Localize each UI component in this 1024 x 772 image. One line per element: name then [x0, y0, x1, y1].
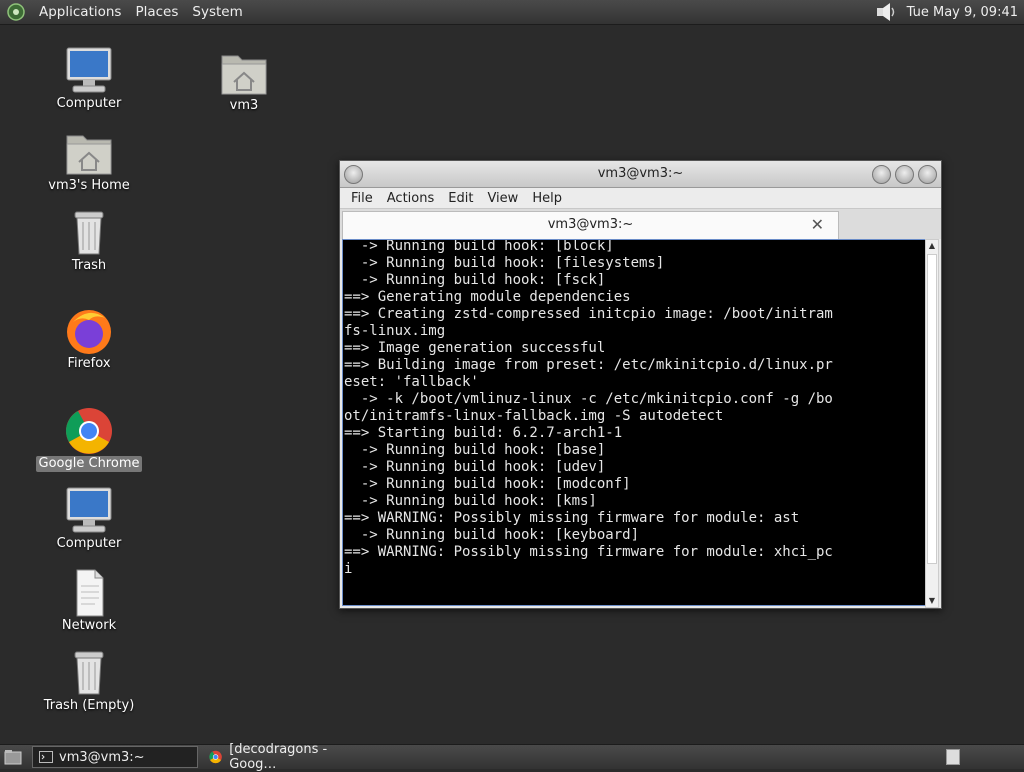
close-tab-icon[interactable]: ✕ — [811, 212, 824, 238]
firefox-icon — [67, 310, 111, 354]
desktop-icon-computer[interactable]: Computer — [34, 46, 144, 112]
trash-icon — [74, 211, 104, 255]
desktop-icon-label: vm3's Home — [48, 178, 130, 193]
desktop-icon-label: Network — [61, 618, 117, 633]
task-terminal[interactable]: vm3@vm3:~ — [32, 746, 198, 768]
menu-view[interactable]: View — [480, 191, 525, 206]
scroll-up-icon[interactable]: ▲ — [926, 240, 938, 252]
terminal-text: -> Running build hook: [block] -> Runnin… — [344, 239, 833, 577]
bottom-taskbar: vm3@vm3:~ [decodragons - Goog… — [0, 742, 1024, 772]
terminal-output[interactable]: -> Running build hook: [block] -> Runnin… — [342, 239, 927, 606]
system-menu[interactable]: System — [185, 0, 249, 24]
desktop-icon-label: Firefox — [67, 356, 111, 371]
window-titlebar[interactable]: vm3@vm3:~ — [340, 161, 941, 188]
task-label: vm3@vm3:~ — [59, 749, 145, 765]
applications-menu[interactable]: Applications — [32, 0, 128, 24]
places-menu[interactable]: Places — [128, 0, 185, 24]
chrome-icon — [209, 750, 222, 764]
trash-icon — [74, 651, 104, 695]
menu-edit[interactable]: Edit — [441, 191, 480, 206]
desktop-icon-label: Trash (Empty) — [43, 698, 135, 713]
scrollbar-thumb[interactable] — [927, 254, 937, 564]
terminal-icon — [39, 751, 53, 763]
desktop-icon-label: Computer — [56, 96, 122, 111]
desktop-icon-trash-empty[interactable]: Trash (Empty) — [34, 648, 144, 714]
top-panel: Applications Places System Tue May 9, 09… — [0, 0, 1024, 25]
document-icon — [76, 569, 104, 617]
menubar: File Actions Edit View Help — [340, 188, 941, 208]
minimize-icon[interactable] — [872, 165, 891, 184]
terminal-scrollbar[interactable]: ▲ ▼ — [925, 239, 939, 608]
clock[interactable]: Tue May 9, 09:41 — [907, 5, 1018, 20]
desktop-icon-network[interactable]: Network — [34, 568, 144, 634]
tab-terminal[interactable]: vm3@vm3:~ ✕ — [342, 211, 839, 240]
gnome-foot-icon[interactable] — [6, 2, 26, 22]
close-window-icon[interactable] — [918, 165, 937, 184]
desktop-icon-trash[interactable]: Trash — [34, 208, 144, 274]
menu-actions[interactable]: Actions — [380, 191, 442, 206]
computer-icon — [66, 47, 112, 93]
home-folder-icon — [66, 135, 112, 175]
window-menu-icon[interactable] — [344, 165, 363, 184]
workspace-switcher[interactable] — [946, 749, 960, 765]
desktop-icon-computer-2[interactable]: Computer — [34, 486, 144, 552]
menu-help[interactable]: Help — [525, 191, 569, 206]
desktop-icon-label: Trash — [71, 258, 107, 273]
task-chrome[interactable]: [decodragons - Goog… — [202, 742, 377, 772]
desktop-icon-label: vm3 — [229, 98, 259, 113]
maximize-icon[interactable] — [895, 165, 914, 184]
window-title: vm3@vm3:~ — [597, 166, 684, 181]
desktop-icon-firefox[interactable]: Firefox — [34, 306, 144, 372]
tab-title: vm3@vm3:~ — [547, 217, 634, 232]
home-folder-icon — [221, 55, 267, 95]
desktop-icon-label: Computer — [56, 536, 122, 551]
desktop-icon-vm3[interactable]: vm3 — [189, 48, 299, 114]
show-desktop-icon[interactable] — [2, 746, 24, 768]
desktop-icon-home[interactable]: vm3's Home — [34, 128, 144, 194]
desktop-icon-chrome[interactable]: Google Chrome — [34, 406, 144, 472]
computer-icon — [66, 487, 112, 533]
chrome-icon — [66, 408, 112, 454]
terminal-window: vm3@vm3:~ File Actions Edit View Help vm… — [339, 160, 942, 609]
menu-file[interactable]: File — [344, 191, 380, 206]
scroll-down-icon[interactable]: ▼ — [926, 595, 938, 607]
tab-bar: vm3@vm3:~ ✕ — [340, 208, 941, 240]
speaker-icon[interactable] — [875, 2, 897, 22]
desktop-icon-label: Google Chrome — [35, 456, 143, 472]
